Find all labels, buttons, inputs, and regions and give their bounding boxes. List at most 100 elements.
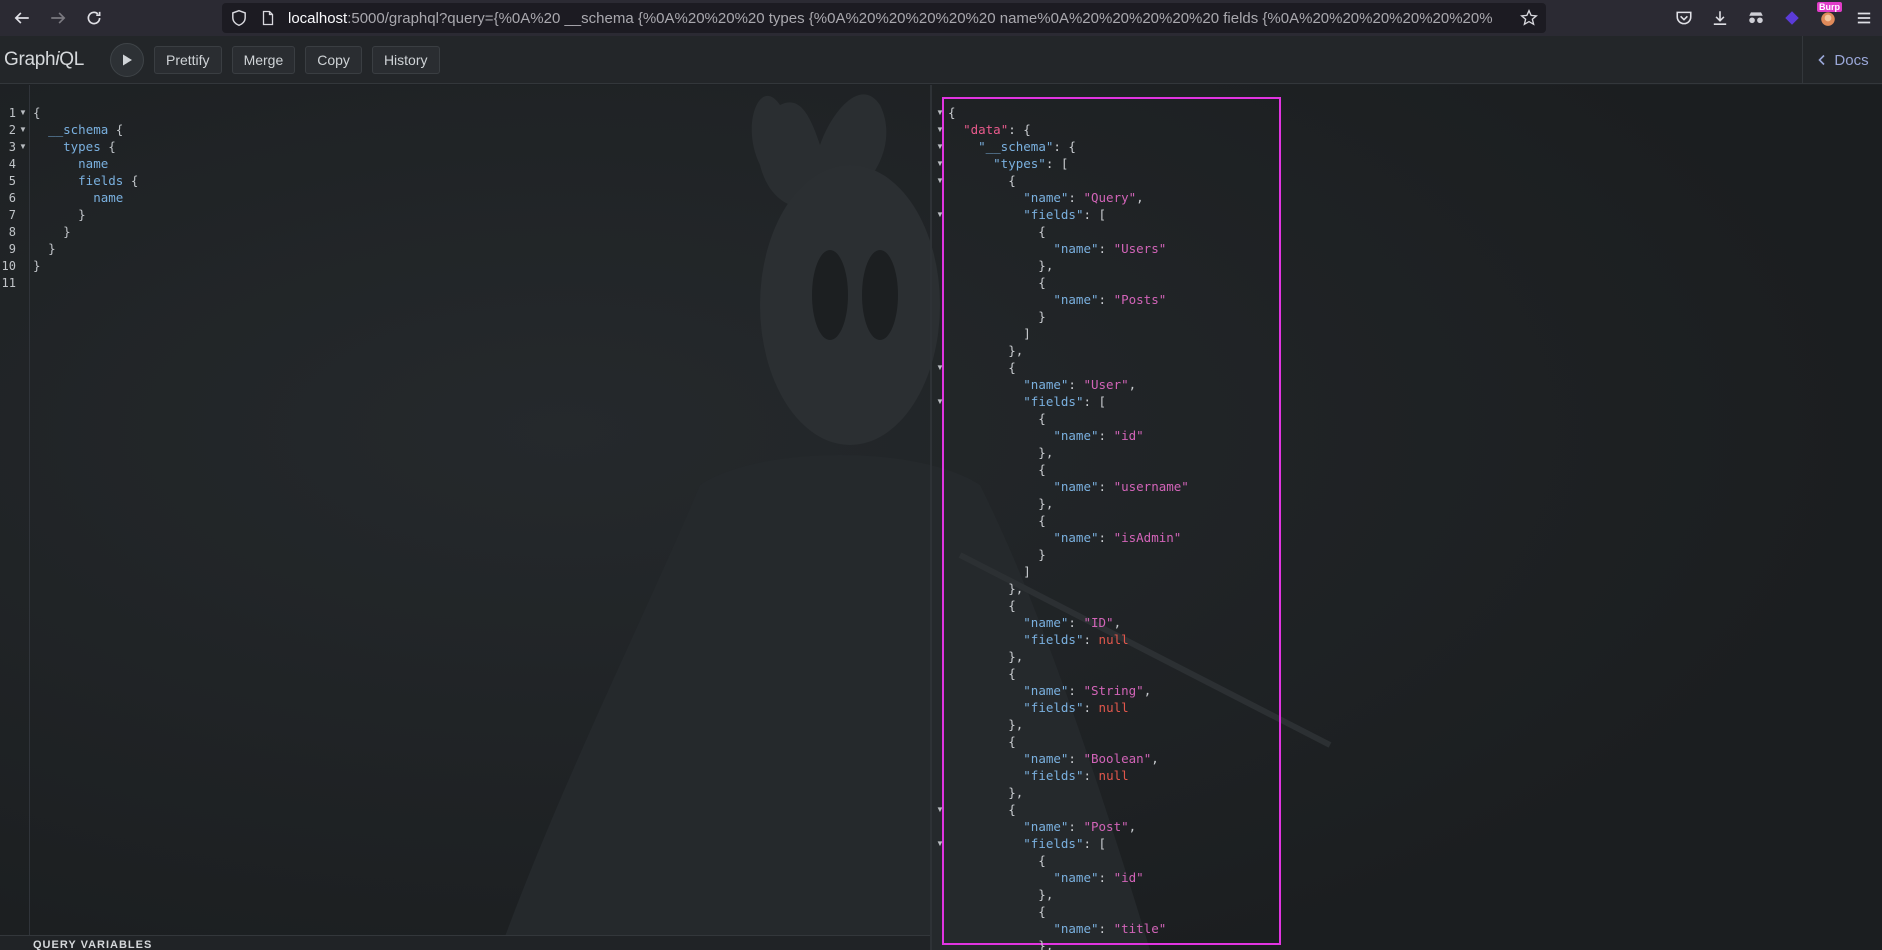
- diamond-icon: [1785, 11, 1799, 25]
- downloads-button[interactable]: [1702, 0, 1738, 36]
- url-path: :5000/graphql?query={%0A%20 __schema {%0…: [347, 9, 1493, 27]
- result-line: {: [948, 904, 1046, 919]
- result-line: "name": "username": [1053, 479, 1189, 494]
- line-number: 11: [1, 276, 16, 290]
- docs-label: Docs: [1834, 51, 1869, 69]
- fold-arrow-icon[interactable]: ▼: [936, 397, 944, 406]
- result-line: "name": "id": [1053, 870, 1144, 885]
- result-line: "fields": null: [1023, 700, 1129, 715]
- url-bar[interactable]: localhost:5000/graphql?query={%0A%20 __s…: [222, 3, 1546, 33]
- fold-arrow-icon[interactable]: ▼: [936, 108, 944, 117]
- result-line: "name": "id": [1053, 428, 1144, 443]
- prettify-button[interactable]: Prettify: [153, 45, 222, 74]
- burp-extension-button[interactable]: Burp: [1810, 0, 1846, 36]
- result-line: "types": [: [993, 156, 1069, 171]
- result-line: },: [948, 445, 1054, 460]
- logo-prefix: Graph: [4, 48, 56, 70]
- fold-arrow-icon[interactable]: ▼: [19, 142, 27, 151]
- pocket-icon: [1676, 11, 1692, 25]
- bookmark-star-icon[interactable]: [1520, 9, 1538, 27]
- result-line: },: [948, 938, 1054, 950]
- result-line: },: [948, 581, 1024, 596]
- result-line: "fields": null: [1023, 768, 1129, 783]
- forward-button[interactable]: [44, 4, 72, 32]
- result-line: "name": "Users": [1053, 241, 1167, 256]
- fold-arrow-icon[interactable]: ▼: [936, 210, 944, 219]
- merge-button[interactable]: Merge: [231, 45, 296, 74]
- code-line: {: [33, 105, 41, 120]
- result-line: },: [948, 496, 1054, 511]
- browser-toolbar: localhost:5000/graphql?query={%0A%20 __s…: [0, 0, 1882, 36]
- url-host: localhost: [288, 9, 348, 27]
- arrow-left-icon: [14, 12, 29, 24]
- graphiql-logo: GraphiQL: [4, 49, 84, 71]
- result-line: "name": "Query",: [1023, 190, 1144, 205]
- foxyproxy-button[interactable]: [1738, 0, 1774, 36]
- menu-button[interactable]: [1846, 0, 1882, 36]
- fold-arrow-icon[interactable]: ▼: [936, 839, 944, 848]
- result-line: {: [948, 105, 956, 120]
- line-number: 7: [8, 208, 16, 222]
- page-icon[interactable]: [260, 10, 276, 26]
- reload-icon: [87, 11, 101, 25]
- reload-button[interactable]: [80, 4, 108, 32]
- code-line: }: [78, 207, 86, 222]
- query-editor[interactable]: [0, 85, 930, 935]
- line-number: 4: [8, 157, 16, 171]
- fold-arrow-icon[interactable]: ▼: [936, 805, 944, 814]
- fold-arrow-icon[interactable]: ▼: [936, 125, 944, 134]
- burp-badge: Burp: [1817, 2, 1842, 12]
- query-variables-toggle[interactable]: QUERY VARIABLES: [0, 935, 930, 950]
- code-line: name: [78, 156, 109, 171]
- code-line: types {: [63, 139, 116, 154]
- line-number: 5: [8, 174, 16, 188]
- history-button[interactable]: History: [371, 45, 440, 74]
- result-line: {: [948, 853, 1046, 868]
- download-icon: [1713, 11, 1727, 25]
- result-line: {: [948, 598, 1016, 613]
- arrow-right-icon: [51, 12, 66, 24]
- result-line: {: [948, 513, 1046, 528]
- fold-arrow-icon[interactable]: ▼: [936, 142, 944, 151]
- result-line: "name": "Boolean",: [1023, 751, 1159, 766]
- copy-button[interactable]: Copy: [305, 45, 362, 74]
- result-line: {: [948, 275, 1046, 290]
- result-line: "__schema": {: [978, 139, 1076, 154]
- shield-icon[interactable]: [230, 9, 248, 27]
- result-line: },: [948, 717, 1024, 732]
- result-line: "name": "User",: [1023, 377, 1137, 392]
- line-number: 10: [1, 259, 16, 273]
- back-button[interactable]: [8, 4, 36, 32]
- extension-purple-button[interactable]: [1774, 0, 1810, 36]
- url-text[interactable]: localhost:5000/graphql?query={%0A%20 __s…: [288, 10, 1520, 27]
- result-line: "name": "Posts": [1053, 292, 1167, 307]
- result-line: }: [948, 309, 1046, 324]
- result-line: {: [948, 666, 1016, 681]
- execute-query-button[interactable]: [109, 42, 144, 77]
- line-number: 1: [8, 106, 16, 120]
- result-line: "name": "String",: [1023, 683, 1152, 698]
- result-line: "name": "ID",: [1023, 615, 1122, 630]
- result-line: "fields": null: [1023, 632, 1129, 647]
- code-line: }: [63, 224, 71, 239]
- query-variables-label: QUERY VARIABLES: [33, 939, 153, 950]
- docs-button[interactable]: Docs: [1802, 36, 1882, 84]
- fold-arrow-icon[interactable]: ▼: [19, 125, 27, 134]
- result-line: "fields": [: [1023, 207, 1107, 222]
- graphiql-toolbar: GraphiQL Prettify Merge Copy History Doc…: [0, 36, 1882, 84]
- line-number: 6: [8, 191, 16, 205]
- result-line: {: [948, 462, 1046, 477]
- chevron-left-icon: [1818, 54, 1825, 66]
- fold-arrow-icon[interactable]: ▼: [936, 176, 944, 185]
- fold-arrow-icon[interactable]: ▼: [936, 159, 944, 168]
- result-line: },: [948, 887, 1054, 902]
- fold-arrow-icon[interactable]: ▼: [19, 108, 27, 117]
- pocket-button[interactable]: [1666, 0, 1702, 36]
- result-line: "fields": [: [1023, 394, 1107, 409]
- fold-arrow-icon[interactable]: ▼: [936, 363, 944, 372]
- result-line: },: [948, 343, 1024, 358]
- result-line: {: [948, 224, 1046, 239]
- code-line: }: [48, 241, 56, 256]
- result-line: "data": {: [963, 122, 1031, 137]
- play-icon: [122, 54, 132, 65]
